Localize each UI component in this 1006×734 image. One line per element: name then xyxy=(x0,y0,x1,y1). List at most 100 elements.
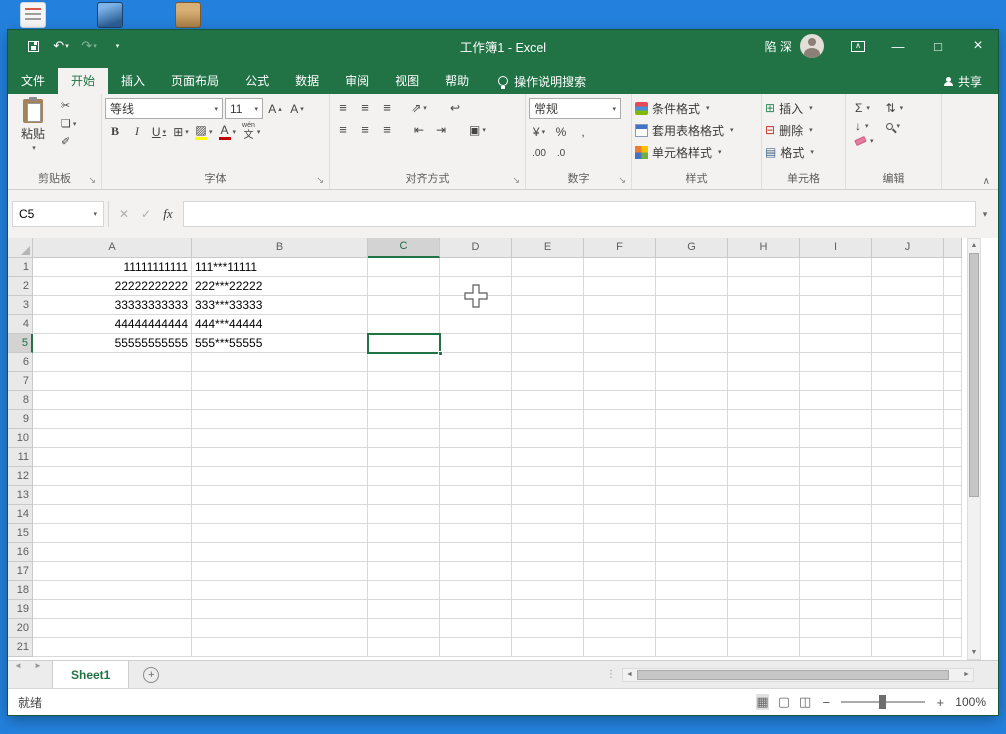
format-as-table-button[interactable]: 套用表格格式▾ xyxy=(635,120,734,140)
desktop-shortcut-icon[interactable] xyxy=(20,2,46,28)
column-header-I[interactable]: I xyxy=(800,238,872,258)
row-header-5[interactable]: 5 xyxy=(8,334,33,353)
cell-E12[interactable] xyxy=(512,467,584,486)
cell-D5[interactable] xyxy=(440,334,512,353)
cell-F12[interactable] xyxy=(584,467,656,486)
minimize-button[interactable]: — xyxy=(878,30,918,62)
cell-E18[interactable] xyxy=(512,581,584,600)
cell-J16[interactable] xyxy=(872,543,944,562)
copy-button[interactable]: ❏▾ xyxy=(59,115,79,132)
cell-A20[interactable] xyxy=(33,619,192,638)
format-cells-button[interactable]: ▤ 格式▾ xyxy=(765,142,814,162)
share-button[interactable]: 共享 xyxy=(944,68,998,94)
cell-H6[interactable] xyxy=(728,353,800,372)
cell-G13[interactable] xyxy=(656,486,728,505)
cell-H1[interactable] xyxy=(728,258,800,277)
cell-F7[interactable] xyxy=(584,372,656,391)
font-color-button[interactable]: A ▾ xyxy=(217,122,239,141)
customize-qat-button[interactable]: ▾ xyxy=(104,33,130,59)
cell-A3[interactable]: 33333333333 xyxy=(33,296,192,315)
cell-F16[interactable] xyxy=(584,543,656,562)
normal-view-icon[interactable]: ▦ xyxy=(756,694,768,710)
cell-D15[interactable] xyxy=(440,524,512,543)
cell-H7[interactable] xyxy=(728,372,800,391)
cell-G18[interactable] xyxy=(656,581,728,600)
cell-A14[interactable] xyxy=(33,505,192,524)
cell-F18[interactable] xyxy=(584,581,656,600)
name-box[interactable]: C5 ▾ xyxy=(12,201,104,227)
row-header-8[interactable]: 8 xyxy=(8,391,33,410)
cell-H19[interactable] xyxy=(728,600,800,619)
cell-C9[interactable] xyxy=(368,410,440,429)
tab-home[interactable]: 开始 xyxy=(58,68,108,94)
cell-E8[interactable] xyxy=(512,391,584,410)
cell-J20[interactable] xyxy=(872,619,944,638)
cell-J14[interactable] xyxy=(872,505,944,524)
cell-B13[interactable] xyxy=(192,486,368,505)
cell-I9[interactable] xyxy=(800,410,872,429)
row-header-1[interactable]: 1 xyxy=(8,258,33,277)
cell-C11[interactable] xyxy=(368,448,440,467)
column-header-E[interactable]: E xyxy=(512,238,584,258)
cell-J6[interactable] xyxy=(872,353,944,372)
fill-button[interactable]: ↓▾ xyxy=(855,119,874,133)
cell-J10[interactable] xyxy=(872,429,944,448)
cell-J19[interactable] xyxy=(872,600,944,619)
tab-scrollbar-splitter[interactable]: ⋮ xyxy=(606,669,616,680)
sort-filter-button[interactable]: ⇅▾ xyxy=(886,101,904,115)
cell-E7[interactable] xyxy=(512,372,584,391)
cell-A10[interactable] xyxy=(33,429,192,448)
cell-B7[interactable] xyxy=(192,372,368,391)
cell-I20[interactable] xyxy=(800,619,872,638)
desktop-shortcut-icon[interactable] xyxy=(175,2,201,28)
cell-A11[interactable] xyxy=(33,448,192,467)
cell-I1[interactable] xyxy=(800,258,872,277)
cell-H20[interactable] xyxy=(728,619,800,638)
zoom-level[interactable]: 100% xyxy=(955,695,986,709)
cell-I13[interactable] xyxy=(800,486,872,505)
increase-decimal-button[interactable]: .00 xyxy=(529,144,549,163)
cell-C18[interactable] xyxy=(368,581,440,600)
row-header-21[interactable]: 21 xyxy=(8,638,33,657)
cell-G8[interactable] xyxy=(656,391,728,410)
cell-D21[interactable] xyxy=(440,638,512,657)
horizontal-scroll-thumb[interactable] xyxy=(637,670,949,680)
cell-B10[interactable] xyxy=(192,429,368,448)
cell-C2[interactable] xyxy=(368,277,440,296)
cell-F15[interactable] xyxy=(584,524,656,543)
sheet-nav-left-icon[interactable]: ◄ xyxy=(8,661,28,670)
cell-H2[interactable] xyxy=(728,277,800,296)
cell-G21[interactable] xyxy=(656,638,728,657)
cell-J18[interactable] xyxy=(872,581,944,600)
tab-help[interactable]: 帮助 xyxy=(432,68,482,94)
top-align-button[interactable]: ≡ xyxy=(333,98,353,117)
cell-H18[interactable] xyxy=(728,581,800,600)
cell-D17[interactable] xyxy=(440,562,512,581)
cell-E17[interactable] xyxy=(512,562,584,581)
maximize-button[interactable]: □ xyxy=(918,30,958,62)
cell-G4[interactable] xyxy=(656,315,728,334)
column-header-F[interactable]: F xyxy=(584,238,656,258)
cell-F17[interactable] xyxy=(584,562,656,581)
cell-I18[interactable] xyxy=(800,581,872,600)
cell-B21[interactable] xyxy=(192,638,368,657)
cell-A13[interactable] xyxy=(33,486,192,505)
orientation-button[interactable]: ⇗▾ xyxy=(409,98,429,117)
cell-C1[interactable] xyxy=(368,258,440,277)
cell-F3[interactable] xyxy=(584,296,656,315)
decrease-decimal-button[interactable]: .0 xyxy=(551,144,571,163)
cell-J15[interactable] xyxy=(872,524,944,543)
cell-E2[interactable] xyxy=(512,277,584,296)
align-left-button[interactable]: ≡ xyxy=(333,120,353,139)
cell-D4[interactable] xyxy=(440,315,512,334)
cell-E4[interactable] xyxy=(512,315,584,334)
tell-me-search[interactable]: 操作说明搜索 xyxy=(498,68,586,94)
phonetic-guide-button[interactable]: wén文 ▾ xyxy=(240,122,262,141)
cell-J17[interactable] xyxy=(872,562,944,581)
cell-F20[interactable] xyxy=(584,619,656,638)
cell-H21[interactable] xyxy=(728,638,800,657)
cell-A16[interactable] xyxy=(33,543,192,562)
cell-J1[interactable] xyxy=(872,258,944,277)
cell-F2[interactable] xyxy=(584,277,656,296)
cell-C20[interactable] xyxy=(368,619,440,638)
